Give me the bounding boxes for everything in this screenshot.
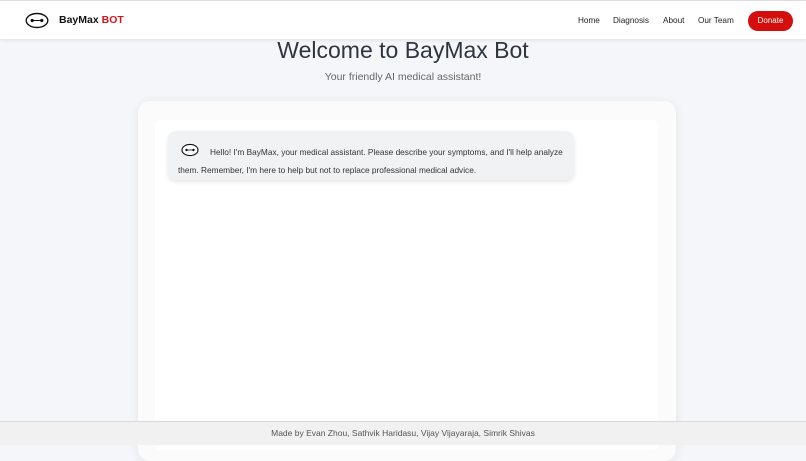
donate-button[interactable]: Donate bbox=[748, 11, 793, 31]
page-subtitle: Your friendly AI medical assistant! bbox=[324, 71, 482, 83]
brand-name-main: BayMax bbox=[59, 14, 99, 26]
nav-about[interactable]: About bbox=[663, 16, 684, 25]
footer: Made by Evan Zhou, Sathvik Haridasu, Vij… bbox=[0, 421, 806, 445]
nav-our-team[interactable]: Our Team bbox=[698, 16, 734, 25]
baymax-logo-icon[interactable] bbox=[25, 12, 49, 29]
nav-diagnosis[interactable]: Diagnosis bbox=[613, 16, 649, 25]
bot-message-text: Hello! I'm BayMax, your medical assistan… bbox=[178, 147, 563, 175]
page-title: Welcome to BayMax Bot bbox=[277, 37, 529, 63]
brand-name[interactable]: BayMax BOT bbox=[59, 14, 124, 26]
brand-name-accent: BOT bbox=[101, 14, 124, 26]
nav-home[interactable]: Home bbox=[578, 16, 600, 25]
top-navbar: BayMax BOT Home Diagnosis About Our Team… bbox=[0, 0, 806, 39]
footer-credits: Made by Evan Zhou, Sathvik Haridasu, Vij… bbox=[271, 428, 535, 438]
